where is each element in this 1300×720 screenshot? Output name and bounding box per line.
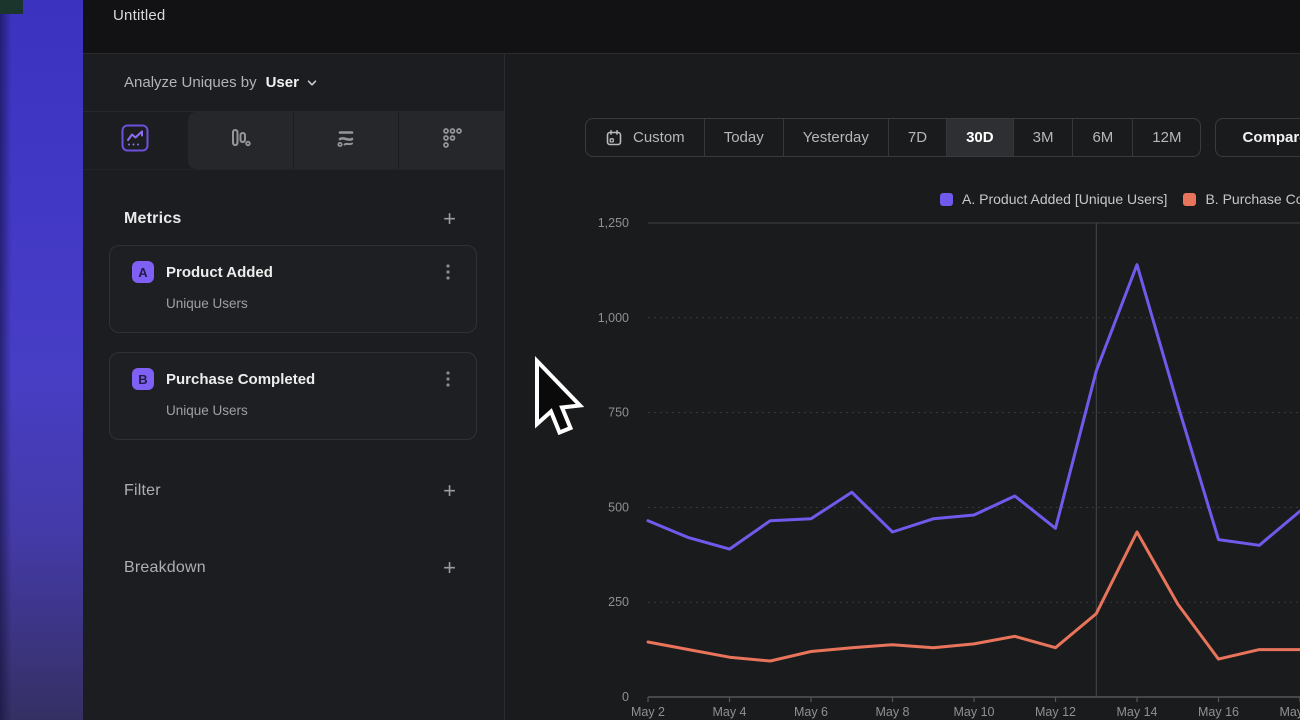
range-3m[interactable]: 3M [1013, 119, 1073, 156]
analyze-by-dropdown[interactable]: User [266, 74, 299, 91]
metric-name: Product Added [166, 264, 442, 281]
range-label: 30D [966, 129, 994, 146]
range-label: Today [724, 129, 764, 146]
report-title[interactable]: Untitled [113, 7, 165, 24]
legend-item-a[interactable]: A. Product Added [Unique Users] [940, 191, 1167, 207]
metrics-section-header: Metrics + [83, 208, 504, 230]
tab-funnel[interactable] [188, 112, 293, 169]
analyze-uniques-row: Analyze Uniques by User [83, 54, 504, 112]
range-7d[interactable]: 7D [888, 119, 946, 156]
legend-swatch-b [1183, 193, 1196, 206]
chart-type-tabs [83, 112, 504, 170]
analyze-label: Analyze Uniques by [124, 74, 257, 91]
breakdown-section-header: Breakdown + [83, 557, 504, 579]
analytics-app-window: Untitled Analyze Uniques by User [0, 0, 1300, 720]
metric-card-product-added[interactable]: A Product Added Unique Users [109, 245, 477, 333]
legend-item-b[interactable]: B. Purchase Completed [Unique Users] [1183, 191, 1300, 207]
range-label: 3M [1033, 129, 1054, 146]
date-range-segmented-control: Custom Today Yesterday 7D 30D 3M 6M 12M [585, 118, 1201, 157]
range-today[interactable]: Today [704, 119, 783, 156]
tab-line-chart[interactable] [83, 112, 188, 169]
filter-title: Filter [124, 482, 161, 500]
dot-grid-icon [439, 125, 465, 156]
funnel-bars-icon [227, 125, 253, 156]
calendar-icon [605, 129, 623, 147]
metric-badge-b: B [132, 368, 154, 390]
metric-measure[interactable]: Unique Users [166, 403, 454, 418]
date-range-bar: Custom Today Yesterday 7D 30D 3M 6M 12M … [585, 118, 1300, 157]
chart-panel: Custom Today Yesterday 7D 30D 3M 6M 12M … [506, 54, 1300, 720]
range-label: 12M [1152, 129, 1181, 146]
metric-card-purchase-completed[interactable]: B Purchase Completed Unique Users [109, 352, 477, 440]
metrics-title: Metrics [124, 210, 181, 228]
breakdown-title: Breakdown [124, 559, 206, 577]
metric-badge-a: A [132, 261, 154, 283]
range-label: 6M [1092, 129, 1113, 146]
metric-options-icon[interactable] [442, 262, 454, 282]
range-6m[interactable]: 6M [1072, 119, 1132, 156]
range-label: 7D [908, 129, 927, 146]
query-sidebar: Analyze Uniques by User [83, 54, 505, 720]
range-custom[interactable]: Custom [586, 119, 704, 156]
range-30d[interactable]: 30D [946, 119, 1013, 156]
range-12m[interactable]: 12M [1132, 119, 1200, 156]
tab-dot-grid[interactable] [398, 112, 504, 169]
legend-label-a: A. Product Added [Unique Users] [962, 191, 1167, 207]
metric-options-icon[interactable] [442, 369, 454, 389]
left-gradient-strip [0, 0, 83, 720]
metric-measure[interactable]: Unique Users [166, 296, 454, 311]
range-yesterday[interactable]: Yesterday [783, 119, 888, 156]
chevron-down-icon[interactable] [306, 77, 318, 89]
tab-flow[interactable] [293, 112, 399, 169]
compare-button[interactable]: Compare [1215, 118, 1300, 157]
flow-icon [332, 124, 360, 157]
legend-swatch-a [940, 193, 953, 206]
add-filter-button[interactable]: + [443, 480, 456, 502]
chart-legend: A. Product Added [Unique Users] B. Purch… [940, 191, 1300, 207]
range-label: Custom [633, 129, 685, 146]
add-breakdown-button[interactable]: + [443, 557, 456, 579]
filter-section-header: Filter + [83, 480, 504, 502]
corner-accent [0, 0, 23, 14]
add-metric-button[interactable]: + [443, 208, 456, 230]
metric-name: Purchase Completed [166, 371, 442, 388]
chart-type-tab-group [188, 112, 504, 169]
top-bar: Untitled [83, 0, 1300, 54]
range-label: Yesterday [803, 129, 869, 146]
line-chart-icon [121, 124, 149, 157]
legend-label-b: B. Purchase Completed [Unique Users] [1205, 191, 1300, 207]
